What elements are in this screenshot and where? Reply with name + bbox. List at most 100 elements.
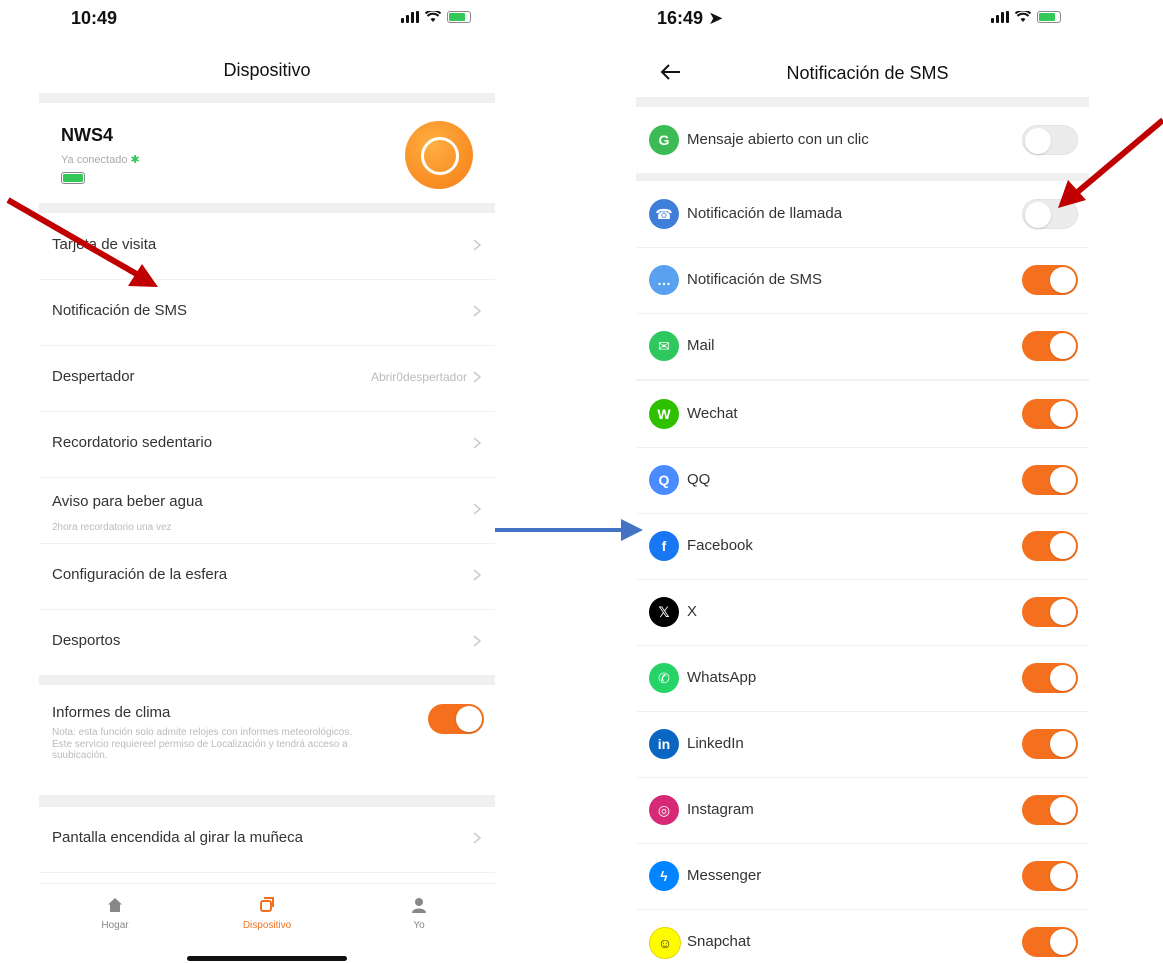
toggle-knob bbox=[1050, 467, 1076, 493]
notification-toggle[interactable] bbox=[1022, 729, 1078, 759]
notification-item-label: Notificación de SMS bbox=[687, 271, 823, 288]
annotation-arrow-blue bbox=[495, 519, 643, 541]
notification-item: ☎ Notificación de llamada bbox=[636, 181, 1089, 248]
toggle-knob bbox=[1050, 267, 1076, 293]
notification-item: 𝕏X bbox=[636, 579, 1089, 646]
notification-item: G Mensaje abierto con un clic bbox=[636, 107, 1089, 174]
chevron-right-icon bbox=[473, 832, 482, 844]
weather-label: Informes de clima bbox=[52, 704, 171, 721]
notification-item: in LinkedIn bbox=[636, 711, 1089, 778]
toggle-knob bbox=[1050, 863, 1076, 889]
notification-item-label: X bbox=[687, 603, 698, 620]
toggle-knob bbox=[1050, 599, 1076, 625]
chevron-right-icon bbox=[473, 239, 482, 251]
divider bbox=[636, 97, 1089, 107]
notification-item-label: Messenger bbox=[687, 867, 762, 884]
settings-item[interactable]: Despertador Abrir0despertador bbox=[39, 346, 495, 412]
settings-item-label: Pantalla encendida al girar la muñeca bbox=[52, 829, 303, 846]
settings-item-subtitle: 2hora recordatorio una vez bbox=[52, 522, 172, 533]
toggle-knob bbox=[1050, 797, 1076, 823]
notification-item-label: Snapchat bbox=[687, 933, 751, 950]
divider bbox=[39, 675, 495, 685]
notification-item-label: Instagram bbox=[687, 801, 754, 818]
settings-item-label: Notificación de SMS bbox=[52, 302, 188, 319]
notification-item-label: QQ bbox=[687, 471, 711, 488]
home-indicator bbox=[187, 956, 347, 961]
toggle-knob bbox=[1025, 202, 1051, 228]
settings-item[interactable]: Notificación de SMS bbox=[39, 280, 495, 346]
instagram-icon: ◎ bbox=[649, 795, 679, 825]
weather-note: Nota: esta función solo admite relojes c… bbox=[52, 727, 353, 761]
notification-toggle[interactable] bbox=[1022, 125, 1078, 155]
notification-toggle[interactable] bbox=[1022, 663, 1078, 693]
device-icon bbox=[260, 897, 274, 912]
toggle-knob bbox=[1050, 533, 1076, 559]
sms-notification-screen: 16:49 ➤ Notificación de SMS G Mensaje abi… bbox=[636, 0, 1089, 963]
notification-toggle[interactable] bbox=[1022, 861, 1078, 891]
whatsapp-icon: ✆ bbox=[649, 663, 679, 693]
divider bbox=[39, 795, 495, 807]
tab-me[interactable]: Yo bbox=[359, 884, 479, 931]
battery-icon bbox=[1037, 11, 1061, 23]
notification-toggle[interactable] bbox=[1022, 597, 1078, 627]
notification-toggle[interactable] bbox=[1022, 465, 1078, 495]
toggle-knob bbox=[1050, 665, 1076, 691]
status-time: 10:49 bbox=[71, 8, 118, 28]
tab-device[interactable]: Dispositivo bbox=[207, 884, 327, 931]
notification-toggle[interactable] bbox=[1022, 795, 1078, 825]
settings-item-label: Recordatorio sedentario bbox=[52, 434, 213, 451]
notification-toggle[interactable] bbox=[1022, 927, 1078, 957]
settings-item[interactable]: Desportos bbox=[39, 610, 495, 676]
notification-item: f Facebook bbox=[636, 513, 1089, 580]
location-arrow-icon: ➤ bbox=[708, 8, 724, 28]
signal-icon bbox=[991, 11, 1009, 23]
notification-item: ✆ WhatsApp bbox=[636, 645, 1089, 712]
settings-item[interactable]: Aviso para beber agua 2hora recordatorio … bbox=[39, 478, 495, 544]
chevron-right-icon bbox=[473, 305, 482, 317]
chevron-right-icon bbox=[473, 371, 482, 383]
settings-item[interactable]: Recordatorio sedentario bbox=[39, 412, 495, 478]
notification-toggle[interactable] bbox=[1022, 331, 1078, 361]
chevron-right-icon bbox=[473, 437, 482, 449]
chevron-right-icon bbox=[473, 569, 482, 581]
tab-label: Dispositivo bbox=[242, 920, 292, 931]
status-bar: 16:49 ➤ bbox=[636, 0, 1089, 40]
notification-item: ◎ Instagram bbox=[636, 777, 1089, 844]
status-bar: 10:49 bbox=[39, 0, 495, 40]
notification-item-label: Notificación de llamada bbox=[687, 205, 843, 222]
phone-icon: ☎ bbox=[649, 199, 679, 229]
toggle-knob bbox=[1050, 929, 1076, 955]
notification-toggle[interactable] bbox=[1022, 531, 1078, 561]
tab-home[interactable]: Hogar bbox=[55, 884, 175, 931]
snapchat-icon: ☺ bbox=[649, 927, 681, 959]
notification-item-label: WhatsApp bbox=[687, 669, 757, 686]
weather-toggle[interactable] bbox=[428, 704, 484, 734]
settings-item-wrist[interactable]: Pantalla encendida al girar la muñeca bbox=[39, 807, 495, 873]
divider bbox=[39, 203, 495, 213]
qq-icon: Q bbox=[649, 465, 679, 495]
device-battery-icon bbox=[61, 172, 85, 184]
settings-item-label: Aviso para beber agua bbox=[52, 493, 203, 510]
device-status: Ya conectado ✱ bbox=[61, 153, 140, 166]
x-icon: 𝕏 bbox=[649, 597, 679, 627]
chevron-right-icon bbox=[473, 635, 482, 647]
settings-item[interactable]: Tarjeta de visita bbox=[39, 214, 495, 280]
settings-item-value: Abrir0despertador bbox=[370, 370, 467, 384]
signal-icon bbox=[401, 11, 419, 23]
home-icon bbox=[108, 898, 122, 912]
notification-toggle[interactable] bbox=[1022, 399, 1078, 429]
notification-item-label: Wechat bbox=[687, 405, 738, 422]
settings-item[interactable]: Configuración de la esfera bbox=[39, 544, 495, 610]
person-icon bbox=[412, 898, 426, 913]
notification-item: ☺ Snapchat bbox=[636, 909, 1089, 963]
notification-item-label: Facebook bbox=[687, 537, 753, 554]
notification-toggle[interactable] bbox=[1022, 199, 1078, 229]
status-time-text: 16:49 bbox=[657, 8, 704, 28]
page-title: Notificación de SMS bbox=[786, 63, 949, 83]
divider bbox=[39, 93, 495, 103]
wifi-icon bbox=[1015, 11, 1031, 22]
battery-icon bbox=[447, 11, 471, 23]
notification-toggle[interactable] bbox=[1022, 265, 1078, 295]
toggle-knob bbox=[456, 706, 482, 732]
toggle-knob bbox=[1025, 128, 1051, 154]
